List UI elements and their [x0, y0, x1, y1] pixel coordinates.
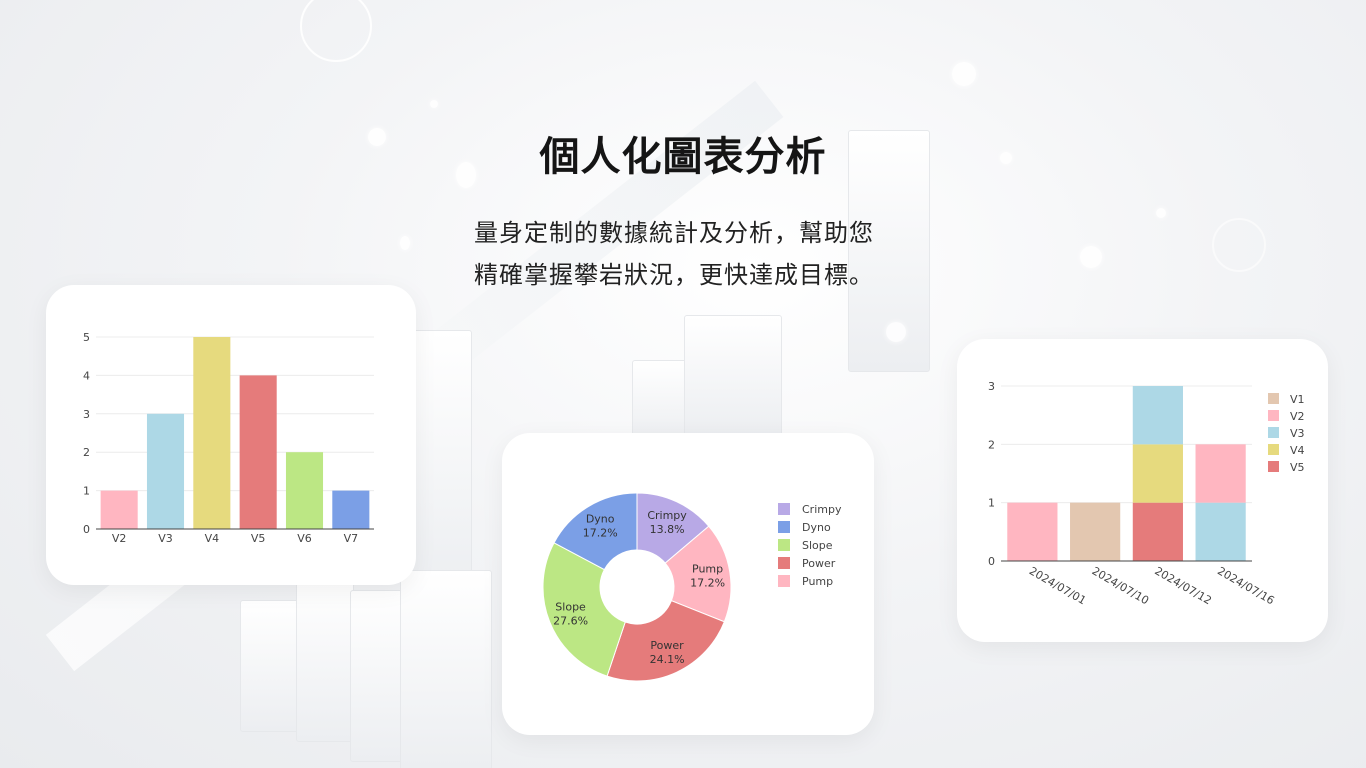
y-tick-label: 3: [988, 380, 995, 393]
x-tick-label: V5: [251, 532, 266, 545]
y-tick-label: 4: [83, 369, 90, 382]
legend-label: V3: [1290, 427, 1305, 440]
legend-label: Power: [802, 557, 836, 570]
style-donut-chart-card: Crimpy 13.8% Pump 17.2% Power 24.1% Slope 27.6%…: [502, 433, 874, 735]
y-tick-label: 0: [988, 555, 995, 568]
slice-name-label: Dyno: [586, 513, 615, 526]
slice-percent-label: 17.2%: [583, 527, 618, 540]
x-tick-label: 2024/07/16: [1215, 564, 1276, 607]
stacked-bar-segment: [1132, 444, 1183, 503]
legend-swatch: [778, 503, 790, 515]
legend-swatch: [778, 521, 790, 533]
stacked-bar-segment: [1195, 502, 1246, 561]
description-line-2: 精確掌握攀岩狀況，更快達成目標。: [474, 261, 874, 289]
legend-label: V4: [1290, 444, 1305, 457]
y-tick-label: 1: [988, 497, 995, 510]
grade-bar-chart: 0 1 2 3 4 5 V2 V3 V4 V5 V6 V7: [83, 331, 374, 545]
legend-label: Slope: [802, 539, 833, 552]
style-donut-chart: Crimpy13.8%Pump17.2%Power24.1%Slope27.6%…: [542, 492, 842, 682]
bar: [146, 413, 185, 529]
bar: [193, 337, 231, 529]
bar: [332, 490, 370, 529]
legend-swatch: [1268, 427, 1279, 438]
x-tick-label: V6: [297, 532, 312, 545]
y-tick-label: 0: [83, 523, 90, 536]
x-tick-label: V2: [112, 532, 127, 545]
x-tick-label: 2024/07/01: [1027, 564, 1088, 607]
x-tick-label: 2024/07/12: [1152, 564, 1213, 607]
legend-label: Crimpy: [802, 503, 842, 516]
slice-percent-label: 24.1%: [650, 653, 685, 666]
y-tick-label: 2: [83, 446, 90, 459]
legend-swatch: [778, 575, 790, 587]
bar: [239, 375, 277, 529]
legend-label: V1: [1290, 393, 1305, 406]
date-stacked-bar-chart-card: 0 1 2 3 2024/07/01 2024/07/10 2024/07/12 2024/0…: [957, 339, 1328, 642]
legend-label: V5: [1290, 461, 1305, 474]
slice-name-label: Power: [650, 639, 684, 652]
legend-label: Pump: [802, 575, 833, 588]
page-description: 量身定制的數據統計及分析，幫助您 精確掌握攀岩狀況，更快達成目標。: [474, 212, 914, 296]
y-tick-label: 3: [83, 408, 90, 421]
x-tick-label: 2024/07/10: [1090, 564, 1151, 607]
bar: [285, 452, 324, 529]
legend-label: Dyno: [802, 521, 831, 534]
stacked-bar-segment: [1132, 502, 1183, 561]
legend-swatch: [1268, 393, 1279, 404]
legend-swatch: [778, 557, 790, 569]
stacked-bar-segment: [1195, 444, 1246, 503]
legend-swatch: [1268, 461, 1279, 472]
slice-name-label: Pump: [692, 562, 723, 575]
stacked-bar-segment: [1070, 502, 1121, 561]
legend-label: V2: [1290, 410, 1305, 423]
description-line-1: 量身定制的數據統計及分析，幫助您: [474, 219, 874, 247]
y-tick-label: 2: [988, 438, 995, 451]
legend-swatch: [1268, 444, 1279, 455]
slice-name-label: Slope: [555, 600, 586, 613]
grade-bar-chart-card: 0 1 2 3 4 5 V2 V3 V4 V5 V6 V7: [46, 285, 416, 585]
x-tick-label: V4: [205, 532, 220, 545]
legend-swatch: [778, 539, 790, 551]
slice-percent-label: 27.6%: [553, 614, 588, 627]
legend-swatch: [1268, 410, 1279, 421]
x-tick-label: V3: [158, 532, 173, 545]
stacked-bar-segment: [1132, 386, 1183, 445]
y-tick-label: 1: [83, 485, 90, 498]
y-tick-label: 5: [83, 331, 90, 344]
page-title: 個人化圖表分析: [539, 134, 827, 180]
slice-percent-label: 13.8%: [650, 523, 685, 536]
slice-name-label: Crimpy: [647, 509, 687, 522]
x-tick-label: V7: [344, 532, 359, 545]
date-stacked-bar-chart: 0 1 2 3 2024/07/01 2024/07/10 2024/07/12 2024/0…: [988, 380, 1305, 607]
slice-percent-label: 17.2%: [690, 576, 725, 589]
stacked-bar-segment: [1007, 502, 1058, 561]
bar: [100, 490, 138, 529]
